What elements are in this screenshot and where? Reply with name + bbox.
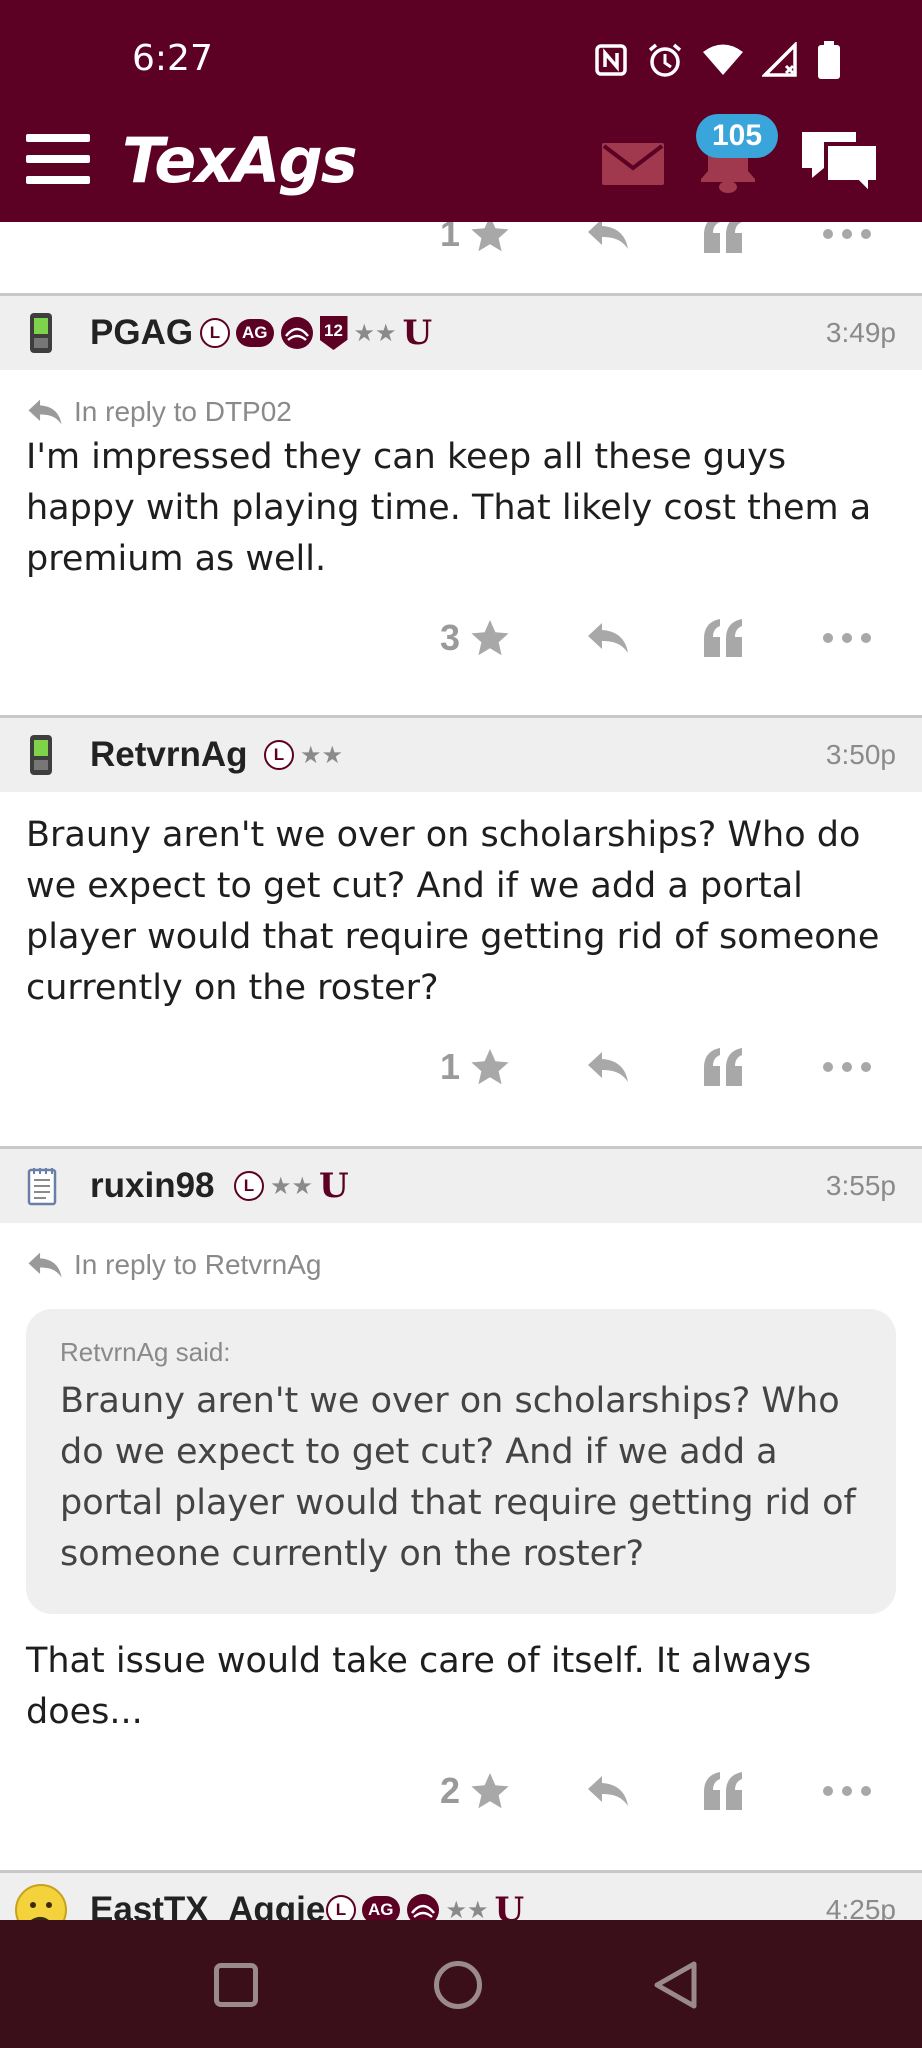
- user-badges: L AG ★★ U: [326, 1890, 524, 1920]
- smiley-avatar-icon: [15, 1884, 67, 1920]
- user-badges: L AG 12 ★★ U: [200, 313, 432, 353]
- phone-avatar-icon: [30, 313, 52, 353]
- username[interactable]: PGAG: [90, 313, 193, 353]
- reply-icon[interactable]: [586, 222, 630, 251]
- badge-ag: AG: [362, 1896, 400, 1920]
- badge-stars: ★★: [270, 1172, 314, 1200]
- user-badges: L ★★: [264, 740, 343, 770]
- post-header: RetvrnAg L ★★ 3:50p: [0, 718, 922, 792]
- badge-l: L: [200, 318, 230, 348]
- badge-u: U: [319, 1166, 349, 1206]
- notification-badge[interactable]: 105: [696, 114, 778, 158]
- post-header: PGAG L AG 12 ★★ U 3:49p: [0, 296, 922, 370]
- status-icons: [594, 40, 842, 80]
- reply-icon[interactable]: [586, 1774, 630, 1808]
- chat-icon[interactable]: [798, 128, 882, 196]
- badge-stars: ★★: [445, 1896, 489, 1921]
- reply-icon[interactable]: [586, 1050, 630, 1084]
- badge-emblem-icon: [280, 317, 313, 349]
- post-header: ruxin98 L ★★ U 3:55p: [0, 1149, 922, 1223]
- user-badges: L ★★ U: [234, 1166, 349, 1206]
- system-nav-bar: [0, 1920, 922, 2048]
- reply-icon: [28, 1252, 62, 1278]
- post-time: 3:50p: [825, 739, 896, 770]
- badge-u: U: [402, 313, 433, 353]
- home-button[interactable]: [434, 1961, 482, 2009]
- badge-l: L: [264, 740, 294, 770]
- badge-l: L: [234, 1171, 264, 1201]
- battery-icon: [818, 41, 840, 79]
- star-count: 1: [440, 222, 461, 254]
- more-icon[interactable]: [822, 632, 872, 644]
- notepad-avatar-icon: [27, 1168, 57, 1206]
- username[interactable]: ruxin98: [90, 1166, 215, 1206]
- badge-l: L: [326, 1895, 356, 1920]
- username[interactable]: EastTX_Aggie: [90, 1890, 325, 1920]
- reply-to-label: In reply to RetvrnAg: [74, 1249, 322, 1280]
- post-time: 4:25p: [825, 1894, 896, 1920]
- alarm-icon: [648, 43, 682, 77]
- reply-to[interactable]: In reply to DTP02: [26, 370, 896, 428]
- quote-icon[interactable]: [702, 1048, 744, 1086]
- post-body: Brauny aren't we over on scholarships? W…: [0, 792, 922, 1014]
- badge-12: 12: [319, 316, 348, 350]
- reply-to-label: In reply to DTP02: [74, 396, 292, 427]
- post: ruxin98 L ★★ U 3:55p In reply to RetvrnA…: [0, 1149, 922, 1873]
- signal-icon: [762, 42, 797, 77]
- post-time: 3:49p: [825, 317, 896, 348]
- username[interactable]: RetvrnAg: [90, 735, 248, 775]
- badge-emblem-icon: [406, 1894, 439, 1920]
- nfc-icon: [595, 44, 627, 76]
- app-header: 6:27 TexAgs 105: [0, 0, 922, 222]
- post-time: 3:55p: [825, 1170, 896, 1201]
- post-text: I'm impressed they can keep all these gu…: [26, 437, 872, 579]
- quote-block: RetvrnAg said: Brauny aren't we over on …: [26, 1309, 896, 1614]
- post-actions: 2: [0, 1738, 922, 1844]
- post: RetvrnAg L ★★ 3:50p Brauny aren't we ove…: [0, 718, 922, 1149]
- post: EastTX_Aggie L AG ★★ U 4:25p: [0, 1873, 922, 1920]
- badge-stars: ★★: [300, 741, 344, 769]
- star-icon[interactable]: [470, 618, 510, 658]
- back-button[interactable]: [652, 1960, 698, 2010]
- post: PGAG L AG 12 ★★ U 3:49p In reply to DTP0…: [0, 296, 922, 718]
- post-body: In reply to DTP02 I'm impressed they can…: [0, 370, 922, 585]
- reply-icon: [28, 399, 62, 425]
- mail-icon[interactable]: [602, 143, 664, 185]
- badge-stars: ★★: [353, 319, 397, 347]
- texags-logo[interactable]: TexAgs: [122, 124, 358, 197]
- menu-icon[interactable]: [26, 134, 90, 184]
- post-text: That issue would take care of itself. It…: [26, 1641, 812, 1732]
- post-actions: 3: [0, 585, 922, 691]
- star-icon[interactable]: [470, 222, 510, 254]
- star-count: 2: [440, 1770, 461, 1811]
- more-icon[interactable]: [822, 228, 872, 240]
- quote-icon[interactable]: [702, 222, 744, 253]
- recents-button[interactable]: [214, 1963, 258, 2007]
- quote-icon[interactable]: [702, 1772, 744, 1810]
- post-header: EastTX_Aggie L AG ★★ U 4:25p: [0, 1873, 922, 1920]
- badge-ag: AG: [236, 319, 274, 347]
- star-icon[interactable]: [470, 1047, 510, 1087]
- more-icon[interactable]: [822, 1061, 872, 1073]
- reply-icon[interactable]: [586, 621, 630, 655]
- post-actions: 1: [0, 1014, 922, 1120]
- post-text: Brauny aren't we over on scholarships? W…: [26, 815, 880, 1008]
- badge-u: U: [494, 1890, 525, 1920]
- star-icon[interactable]: [470, 1771, 510, 1811]
- more-icon[interactable]: [822, 1785, 872, 1797]
- status-time: 6:27: [132, 38, 213, 79]
- post-body: In reply to RetvrnAg RetvrnAg said: Brau…: [0, 1223, 922, 1738]
- post-actions: 1: [0, 222, 922, 270]
- reply-to[interactable]: In reply to RetvrnAg: [26, 1223, 896, 1281]
- quote-author[interactable]: RetvrnAg said:: [60, 1337, 862, 1368]
- thread-feed[interactable]: 1 PGAG L AG 12 ★★ U 3:49p In reply to DT…: [0, 222, 922, 1920]
- quote-icon[interactable]: [702, 619, 744, 657]
- star-count: 3: [440, 617, 461, 658]
- phone-avatar-icon: [30, 735, 52, 775]
- star-count: 1: [440, 1046, 461, 1087]
- wifi-icon: [703, 44, 743, 75]
- quote-text: Brauny aren't we over on scholarships? W…: [60, 1381, 856, 1574]
